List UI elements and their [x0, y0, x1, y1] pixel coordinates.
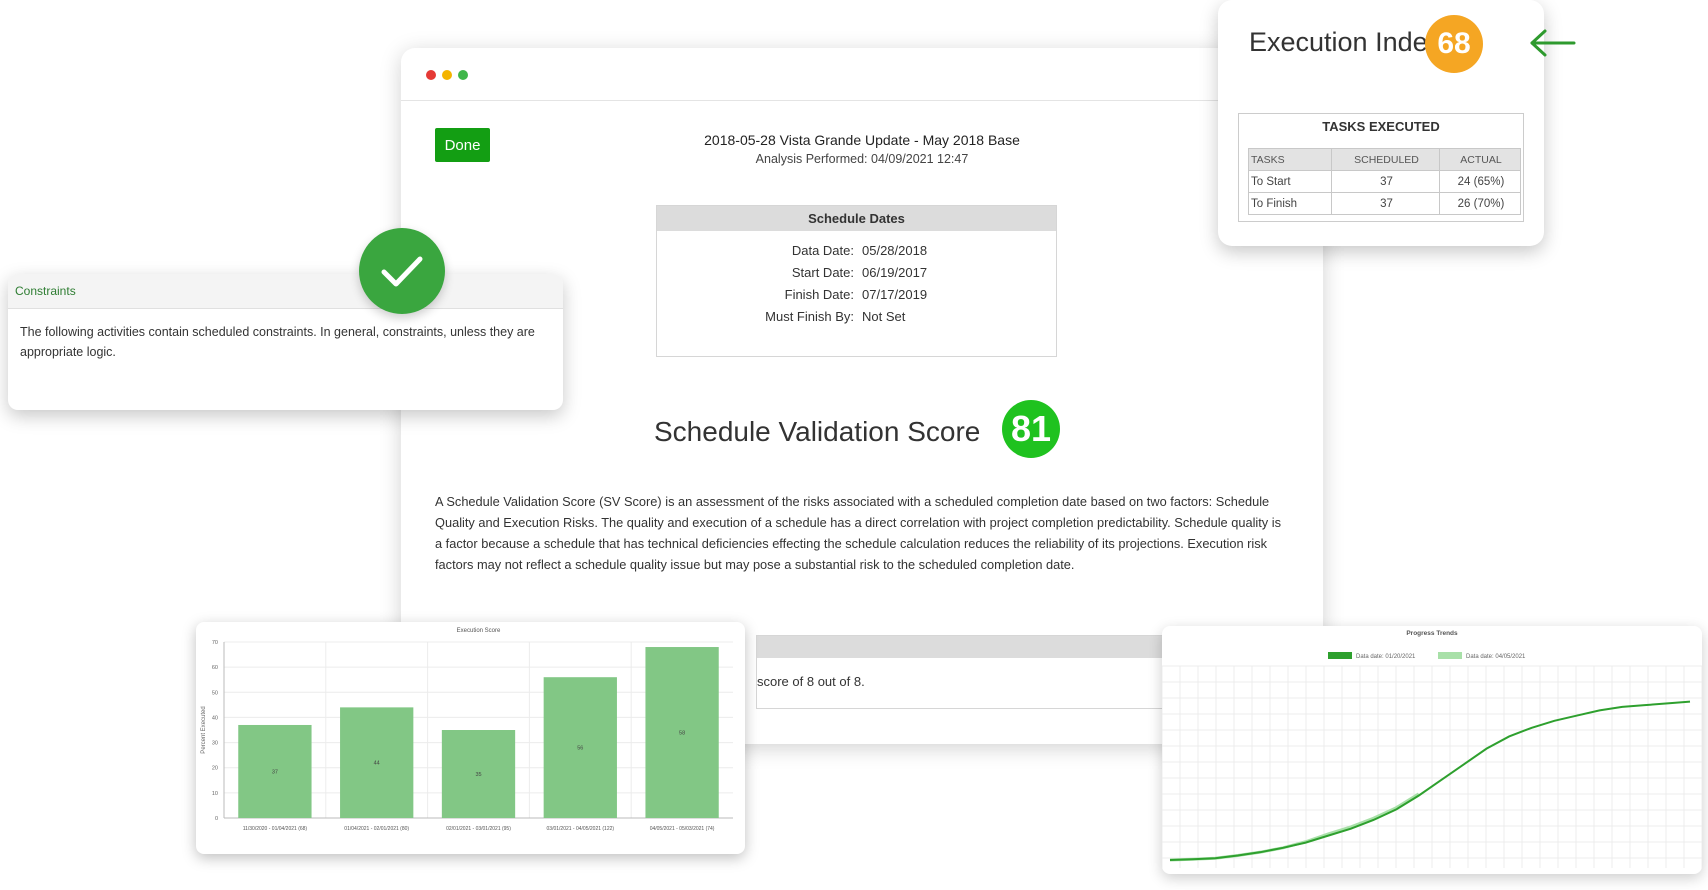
y-tick-label: 10 — [212, 791, 218, 797]
legend-swatch — [1328, 652, 1352, 659]
date-value: 05/28/2018 — [862, 243, 928, 258]
execution-score-chart: Execution Score Percent Executed 0 10 20 30 40… — [201, 628, 733, 832]
progress-trends-chart-card: Progress Trends Data date: 01/20/2021 Data… — [1161, 626, 1703, 874]
progress-trends-chart: Progress Trends Data date: 01/20/2021 Data… — [1161, 630, 1703, 868]
constraints-text: The following activities contain schedul… — [20, 325, 535, 359]
summary-text: score of 8 out of 8. — [757, 674, 865, 689]
x-tick-label: 03/01/2021 - 04/05/2021 (122) — [547, 826, 615, 832]
execution-index-score-badge: 68 — [1425, 15, 1483, 73]
schedule-title: 2018-05-28 Vista Grande Update - May 201… — [704, 132, 1020, 148]
task-cell: To Start — [1248, 170, 1332, 193]
task-cell: To Finish — [1248, 192, 1332, 215]
legend-label: Data date: 04/05/2021 — [1466, 654, 1526, 660]
column-header: SCHEDULED — [1331, 148, 1440, 171]
minimize-dot-icon[interactable] — [442, 70, 452, 80]
arrow-left-icon — [1530, 29, 1576, 57]
y-tick-label: 50 — [212, 690, 218, 696]
bar-data-label: 37 — [272, 769, 278, 775]
schedule-dates-panel: Schedule Dates Data Date: 05/28/2018 Sta… — [656, 205, 1057, 357]
close-dot-icon[interactable] — [426, 70, 436, 80]
column-header: ACTUAL — [1439, 148, 1521, 171]
checkmark-icon — [359, 228, 445, 314]
sv-score-badge: 81 — [1002, 400, 1060, 458]
constraints-heading[interactable]: Constraints — [8, 274, 563, 309]
y-tick-label: 40 — [212, 715, 218, 721]
x-tick-label: 11/30/2020 - 01/04/2021 (68) — [243, 826, 308, 832]
bar-data-label: 56 — [577, 746, 583, 752]
y-tick-label: 70 — [212, 640, 218, 646]
chart-title: Execution Score — [457, 628, 501, 634]
bar-data-label: 58 — [679, 731, 685, 737]
date-value: 06/19/2017 — [862, 265, 928, 280]
series-line — [1169, 792, 1420, 862]
y-tick-label: 20 — [212, 766, 218, 772]
chart-title: Progress Trends — [1406, 630, 1458, 637]
x-tick-label: 02/01/2021 - 03/01/2021 (95) — [446, 826, 511, 832]
sv-score-title: Schedule Validation Score — [654, 416, 981, 447]
tasks-executed-title: TASKS EXECUTED — [1322, 119, 1440, 134]
schedule-dates-heading: Schedule Dates — [657, 206, 1056, 231]
y-tick-label: 0 — [215, 816, 218, 822]
date-value: 07/17/2019 — [862, 287, 928, 302]
legend-label: Data date: 01/20/2021 — [1356, 654, 1416, 660]
execution-index-title: Execution Index — [1249, 27, 1442, 57]
date-label: Finish Date: — [784, 287, 854, 302]
actual-cell: 24 (65%) — [1439, 170, 1521, 193]
date-value: Not Set — [862, 309, 906, 324]
execution-score-chart-card: Execution Score Percent Executed 0 10 20 30 40… — [196, 622, 745, 854]
date-label: Start Date: — [791, 265, 854, 280]
analysis-timestamp: Analysis Performed: 04/09/2021 12:47 — [755, 152, 969, 166]
date-label: Must Finish By: — [765, 309, 854, 324]
table-header-row: TASKS SCHEDULED ACTUAL — [1248, 148, 1521, 171]
tasks-executed-table: TASKS SCHEDULED ACTUAL To Start 37 24 (6… — [1248, 148, 1521, 215]
y-tick-label: 60 — [212, 665, 218, 671]
sv-score-description: A Schedule Validation Score (SV Score) i… — [435, 494, 1282, 572]
execution-index-card: Execution Index TASKS EXECUTED TASKS SCH… — [1218, 0, 1544, 246]
column-header: TASKS — [1248, 148, 1332, 171]
scheduled-cell: 37 — [1331, 170, 1440, 193]
x-tick-label: 01/04/2021 - 02/01/2021 (80) — [344, 826, 409, 832]
y-tick-label: 30 — [212, 741, 218, 747]
x-tick-label: 04/05/2021 - 05/03/2021 (74) — [650, 826, 715, 832]
maximize-dot-icon[interactable] — [458, 70, 468, 80]
actual-cell: 26 (70%) — [1439, 192, 1521, 215]
bar-data-label: 35 — [475, 772, 481, 778]
table-row: To Start 37 24 (65%) — [1248, 170, 1521, 193]
date-label: Data Date: — [791, 243, 854, 258]
scheduled-cell: 37 — [1331, 192, 1440, 215]
legend-swatch — [1438, 652, 1462, 659]
bar-data-label: 44 — [374, 761, 380, 767]
tasks-executed-panel: TASKS EXECUTED TASKS SCHEDULED ACTUAL To… — [1238, 113, 1524, 222]
y-axis-label: Percent Executed — [201, 706, 207, 753]
constraints-card: Constraints The following activities con… — [8, 274, 563, 410]
table-row: To Finish 37 26 (70%) — [1248, 192, 1521, 215]
window-titlebar — [401, 48, 1323, 101]
